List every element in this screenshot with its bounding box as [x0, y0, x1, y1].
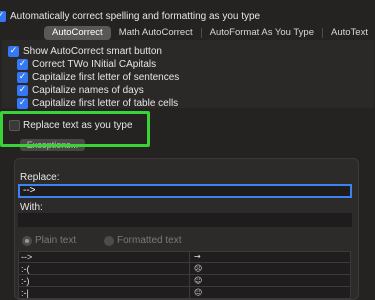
show-smart-button-label: Show AutoCorrect smart button	[23, 46, 162, 57]
auto-correct-checkbox[interactable]: ✓	[0, 11, 6, 22]
capitalize-sentences-checkbox[interactable]: ✓	[17, 72, 28, 83]
capitalize-table-cells-checkbox[interactable]: ✓	[17, 98, 28, 109]
tab-autocorrect[interactable]: AutoCorrect	[44, 26, 111, 40]
tab-math-autocorrect[interactable]: Math AutoCorrect	[111, 26, 201, 40]
table-cell-replace: :-|	[21, 288, 29, 298]
table-row[interactable]: --> →	[19, 252, 350, 263]
replace-text-label: Replace text as you type	[23, 120, 133, 131]
table-cell-with: ☺	[194, 276, 203, 285]
capitalize-days-label: Capitalize names of days	[32, 85, 144, 96]
replace-input[interactable]: -->	[18, 184, 352, 198]
tab-autotext[interactable]: AutoText	[323, 26, 375, 40]
table-cell-replace: :-)	[21, 276, 30, 286]
table-cell-replace: -->	[21, 252, 33, 262]
plain-text-radio[interactable]	[22, 236, 32, 246]
with-input[interactable]	[18, 213, 352, 227]
two-initial-capitals-label: Correct TWo INitial CApitals	[32, 59, 157, 70]
plain-text-label: Plain text	[35, 235, 77, 246]
replace-text-checkbox[interactable]	[9, 120, 20, 131]
autocorrect-table[interactable]: --> → :-( ☹ :-) ☺ :-| 😐	[18, 251, 351, 300]
table-cell-with: →	[194, 252, 201, 261]
table-row[interactable]: :-| 😐	[19, 288, 350, 299]
capitalize-sentences-label: Capitalize first letter of sentences	[32, 72, 180, 83]
auto-correct-label: Automatically correct spelling and forma…	[10, 11, 261, 22]
capitalize-table-cells-label: Capitalize first letter of table cells	[32, 98, 179, 109]
tab-bar: AutoCorrect Math AutoCorrect AutoFormat …	[44, 26, 375, 40]
show-smart-button-checkbox[interactable]: ✓	[8, 46, 19, 57]
table-cell-with: ☹	[194, 264, 203, 273]
formatted-text-label: Formatted text	[117, 235, 182, 246]
table-cell-with: 😐	[194, 288, 203, 297]
two-initial-capitals-checkbox[interactable]: ✓	[17, 59, 28, 70]
capitalize-days-checkbox[interactable]: ✓	[17, 85, 28, 96]
replace-label: Replace:	[20, 172, 60, 183]
formatted-text-radio[interactable]	[104, 236, 114, 246]
table-cell-replace: :-(	[21, 264, 30, 274]
table-row[interactable]: :-) ☺	[19, 276, 350, 287]
table-row[interactable]: :-( ☹	[19, 264, 350, 275]
tab-autoformat-as-you-type[interactable]: AutoFormat As You Type	[202, 26, 322, 40]
with-label: With:	[20, 202, 43, 213]
